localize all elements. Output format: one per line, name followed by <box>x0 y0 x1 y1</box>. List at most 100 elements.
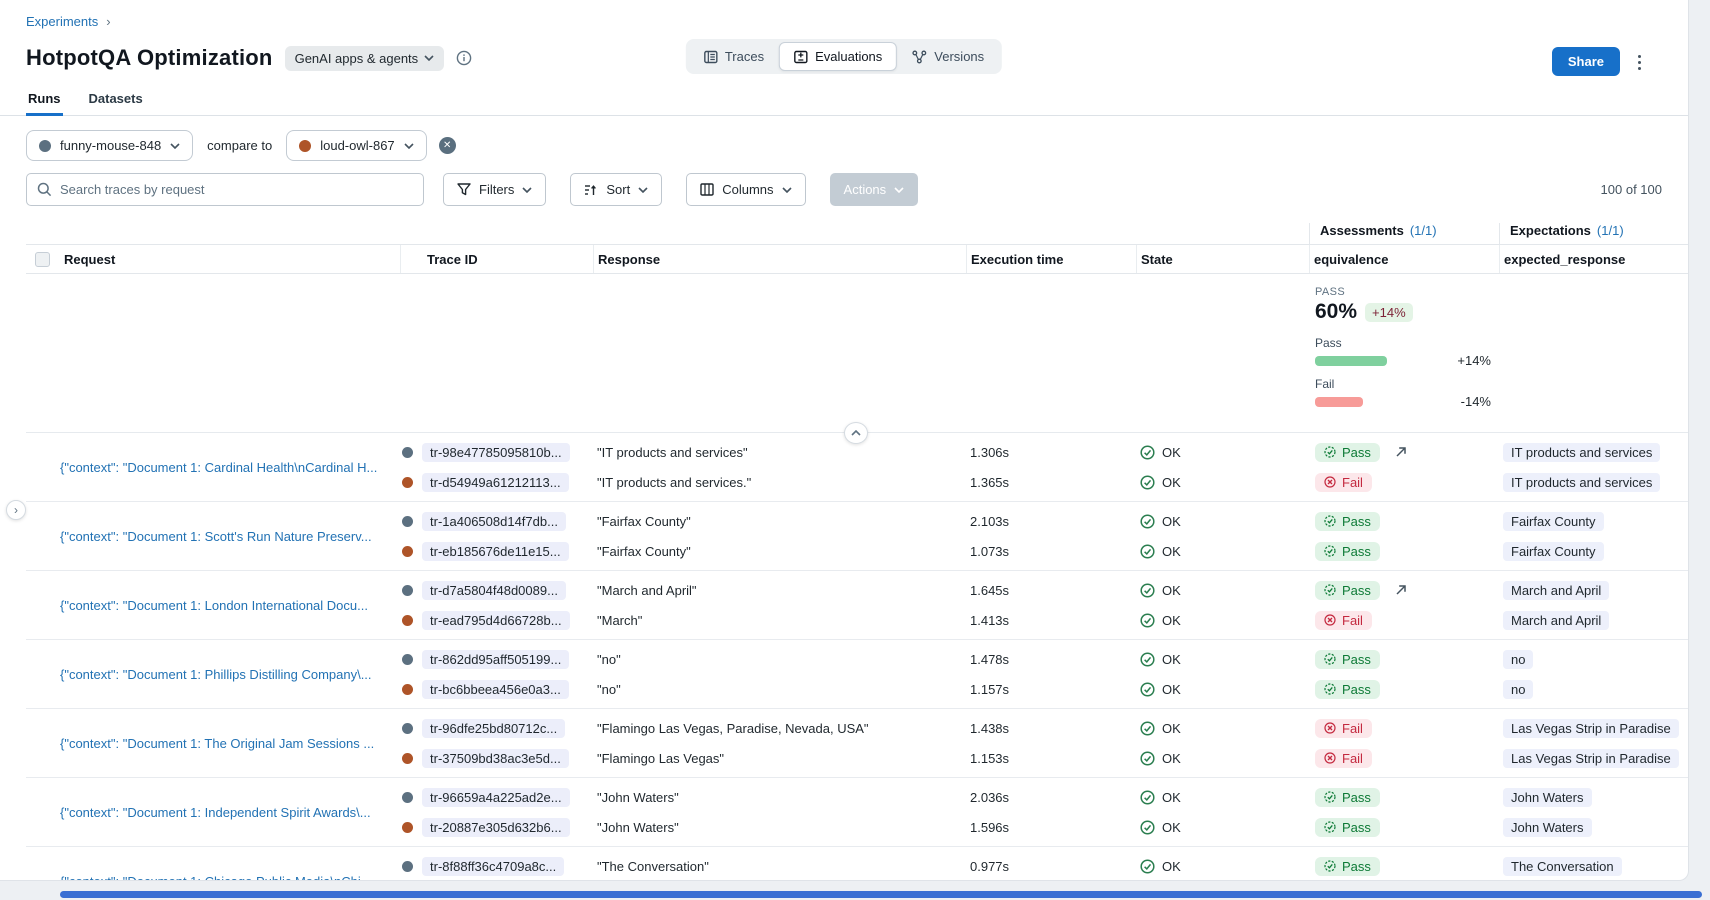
expected-response-value: IT products and services <box>1503 443 1660 462</box>
request-link[interactable]: {"context": "Document 1: Cardinal Health… <box>60 460 377 475</box>
sort-button[interactable]: Sort <box>570 173 662 206</box>
request-link[interactable]: {"context": "Document 1: Independent Spi… <box>60 805 371 820</box>
trace-id-link[interactable]: tr-8f88ff36c4709a8c... <box>422 857 564 876</box>
run-b-selector[interactable]: loud-owl-867 <box>286 130 426 161</box>
col-header-response[interactable]: Response <box>593 245 966 273</box>
state-label: OK <box>1162 544 1181 559</box>
horizontal-scrollbar[interactable] <box>60 891 1702 898</box>
equivalence-result-label: Pass <box>1342 682 1371 697</box>
expected-response-value: Las Vegas Strip in Paradise <box>1503 719 1679 738</box>
equivalence-badge[interactable]: Pass <box>1315 512 1380 531</box>
request-link[interactable]: {"context": "Document 1: Scott's Run Nat… <box>60 529 372 544</box>
table-body: {"context": "Document 1: Cardinal Health… <box>0 433 1688 881</box>
trace-id-link[interactable]: tr-98e47785095810b... <box>422 443 570 462</box>
trace-id-link[interactable]: tr-bc6bbeea456e0a3... <box>422 680 569 699</box>
trace-id-link[interactable]: tr-96dfe25bd80712c... <box>422 719 565 738</box>
request-link[interactable]: {"context": "Document 1: Chicago Public … <box>60 874 372 881</box>
fail-circle-x-icon <box>1324 476 1336 488</box>
ok-check-icon <box>1140 859 1155 874</box>
trace-id-link[interactable]: tr-862dd95aff505199... <box>422 650 569 669</box>
pass-circle-check-icon <box>1324 821 1336 833</box>
request-link[interactable]: {"context": "Document 1: London Internat… <box>60 598 368 613</box>
col-header-execution-time[interactable]: Execution time <box>966 245 1136 273</box>
collapse-summary-button[interactable] <box>844 422 868 444</box>
fail-delta: -14% <box>1461 394 1491 409</box>
equivalence-result-label: Fail <box>1342 475 1363 490</box>
assessments-count[interactable]: (1/1) <box>1410 223 1437 238</box>
trace-id-link[interactable]: tr-d54949a61212113... <box>422 473 569 492</box>
tab-runs[interactable]: Runs <box>26 91 63 115</box>
columns-label: Columns <box>722 182 773 197</box>
equivalence-badge[interactable]: Pass <box>1315 857 1380 876</box>
chevron-down-icon <box>638 187 648 193</box>
experiment-type-dropdown[interactable]: GenAI apps & agents <box>285 46 445 71</box>
trace-id-link[interactable]: tr-37509bd38ac3e5d... <box>422 749 569 768</box>
ok-check-icon <box>1140 682 1155 697</box>
remove-comparison-icon[interactable]: ✕ <box>439 137 456 154</box>
execution-time: 1.596s <box>970 820 1009 835</box>
equivalence-badge[interactable]: Fail <box>1315 473 1372 492</box>
run-a-selector[interactable]: funny-mouse-848 <box>26 130 193 161</box>
tab-datasets[interactable]: Datasets <box>87 91 145 115</box>
equivalence-badge[interactable]: Fail <box>1315 719 1372 738</box>
run-a-color-dot <box>402 861 413 872</box>
open-comparison-arrow-icon[interactable] <box>1394 583 1408 597</box>
summary-metric-label: PASS <box>1315 286 1499 298</box>
pass-circle-check-icon <box>1324 653 1336 665</box>
equivalence-badge[interactable]: Pass <box>1315 818 1380 837</box>
fail-circle-x-icon <box>1324 722 1336 734</box>
info-icon[interactable] <box>456 50 472 66</box>
select-all-checkbox[interactable] <box>35 252 50 267</box>
state-label: OK <box>1162 583 1181 598</box>
expand-sidebar-button[interactable]: › <box>6 500 26 520</box>
equivalence-result-label: Fail <box>1342 721 1363 736</box>
actions-button[interactable]: Actions <box>830 173 919 206</box>
open-comparison-arrow-icon[interactable] <box>1394 445 1408 459</box>
tab-traces[interactable]: Traces <box>689 42 779 71</box>
response-text: "Fairfax County" <box>593 544 691 559</box>
run-a-color-dot <box>402 723 413 734</box>
execution-time: 1.438s <box>970 721 1009 736</box>
search-input[interactable] <box>60 182 413 197</box>
col-header-trace-id[interactable]: Trace ID <box>400 245 593 273</box>
equivalence-badge[interactable]: Pass <box>1315 680 1380 699</box>
equivalence-badge[interactable]: Fail <box>1315 749 1372 768</box>
equivalence-badge[interactable]: Pass <box>1315 443 1380 462</box>
run-a-color-dot <box>402 792 413 803</box>
ok-check-icon <box>1140 751 1155 766</box>
share-button[interactable]: Share <box>1552 47 1620 76</box>
trace-id-link[interactable]: tr-eb185676de11e15... <box>422 542 569 561</box>
col-header-state[interactable]: State <box>1136 245 1309 273</box>
equivalence-badge[interactable]: Pass <box>1315 788 1380 807</box>
tab-evaluations[interactable]: Evaluations <box>779 42 897 71</box>
request-link[interactable]: {"context": "Document 1: The Original Ja… <box>60 736 374 751</box>
overflow-menu-icon[interactable] <box>1628 49 1650 75</box>
run-b-color-dot <box>402 753 413 764</box>
ok-check-icon <box>1140 514 1155 529</box>
trace-id-link[interactable]: tr-1a406508d14f7db... <box>422 512 566 531</box>
equivalence-badge[interactable]: Fail <box>1315 611 1372 630</box>
columns-button[interactable]: Columns <box>686 173 805 206</box>
col-header-equivalence[interactable]: equivalence <box>1309 245 1499 273</box>
col-header-request[interactable]: Request <box>60 245 400 273</box>
result-count: 100 of 100 <box>1601 182 1662 197</box>
equivalence-result-label: Pass <box>1342 859 1371 874</box>
trace-id-link[interactable]: tr-20887e305d632b6... <box>422 818 570 837</box>
filters-button[interactable]: Filters <box>443 173 546 206</box>
expected-response-value: no <box>1503 650 1533 669</box>
trace-id-link[interactable]: tr-ead795d4d66728b... <box>422 611 570 630</box>
trace-id-link[interactable]: tr-d7a5804f48d0089... <box>422 581 566 600</box>
col-header-expected-response[interactable]: expected_response <box>1499 245 1688 273</box>
trace-id-link[interactable]: tr-96659a4a225ad2e... <box>422 788 570 807</box>
tab-versions[interactable]: Versions <box>897 42 999 71</box>
table-row: {"context": "Document 1: Scott's Run Nat… <box>26 502 1688 571</box>
equivalence-badge[interactable]: Pass <box>1315 650 1380 669</box>
pass-circle-check-icon <box>1324 446 1336 458</box>
equivalence-badge[interactable]: Pass <box>1315 542 1380 561</box>
expected-response-value: March and April <box>1503 581 1609 600</box>
breadcrumb-experiments-link[interactable]: Experiments <box>26 14 98 29</box>
expectations-count[interactable]: (1/1) <box>1597 223 1624 238</box>
equivalence-badge[interactable]: Pass <box>1315 581 1380 600</box>
fail-bar <box>1315 397 1363 407</box>
request-link[interactable]: {"context": "Document 1: Phillips Distil… <box>60 667 372 682</box>
